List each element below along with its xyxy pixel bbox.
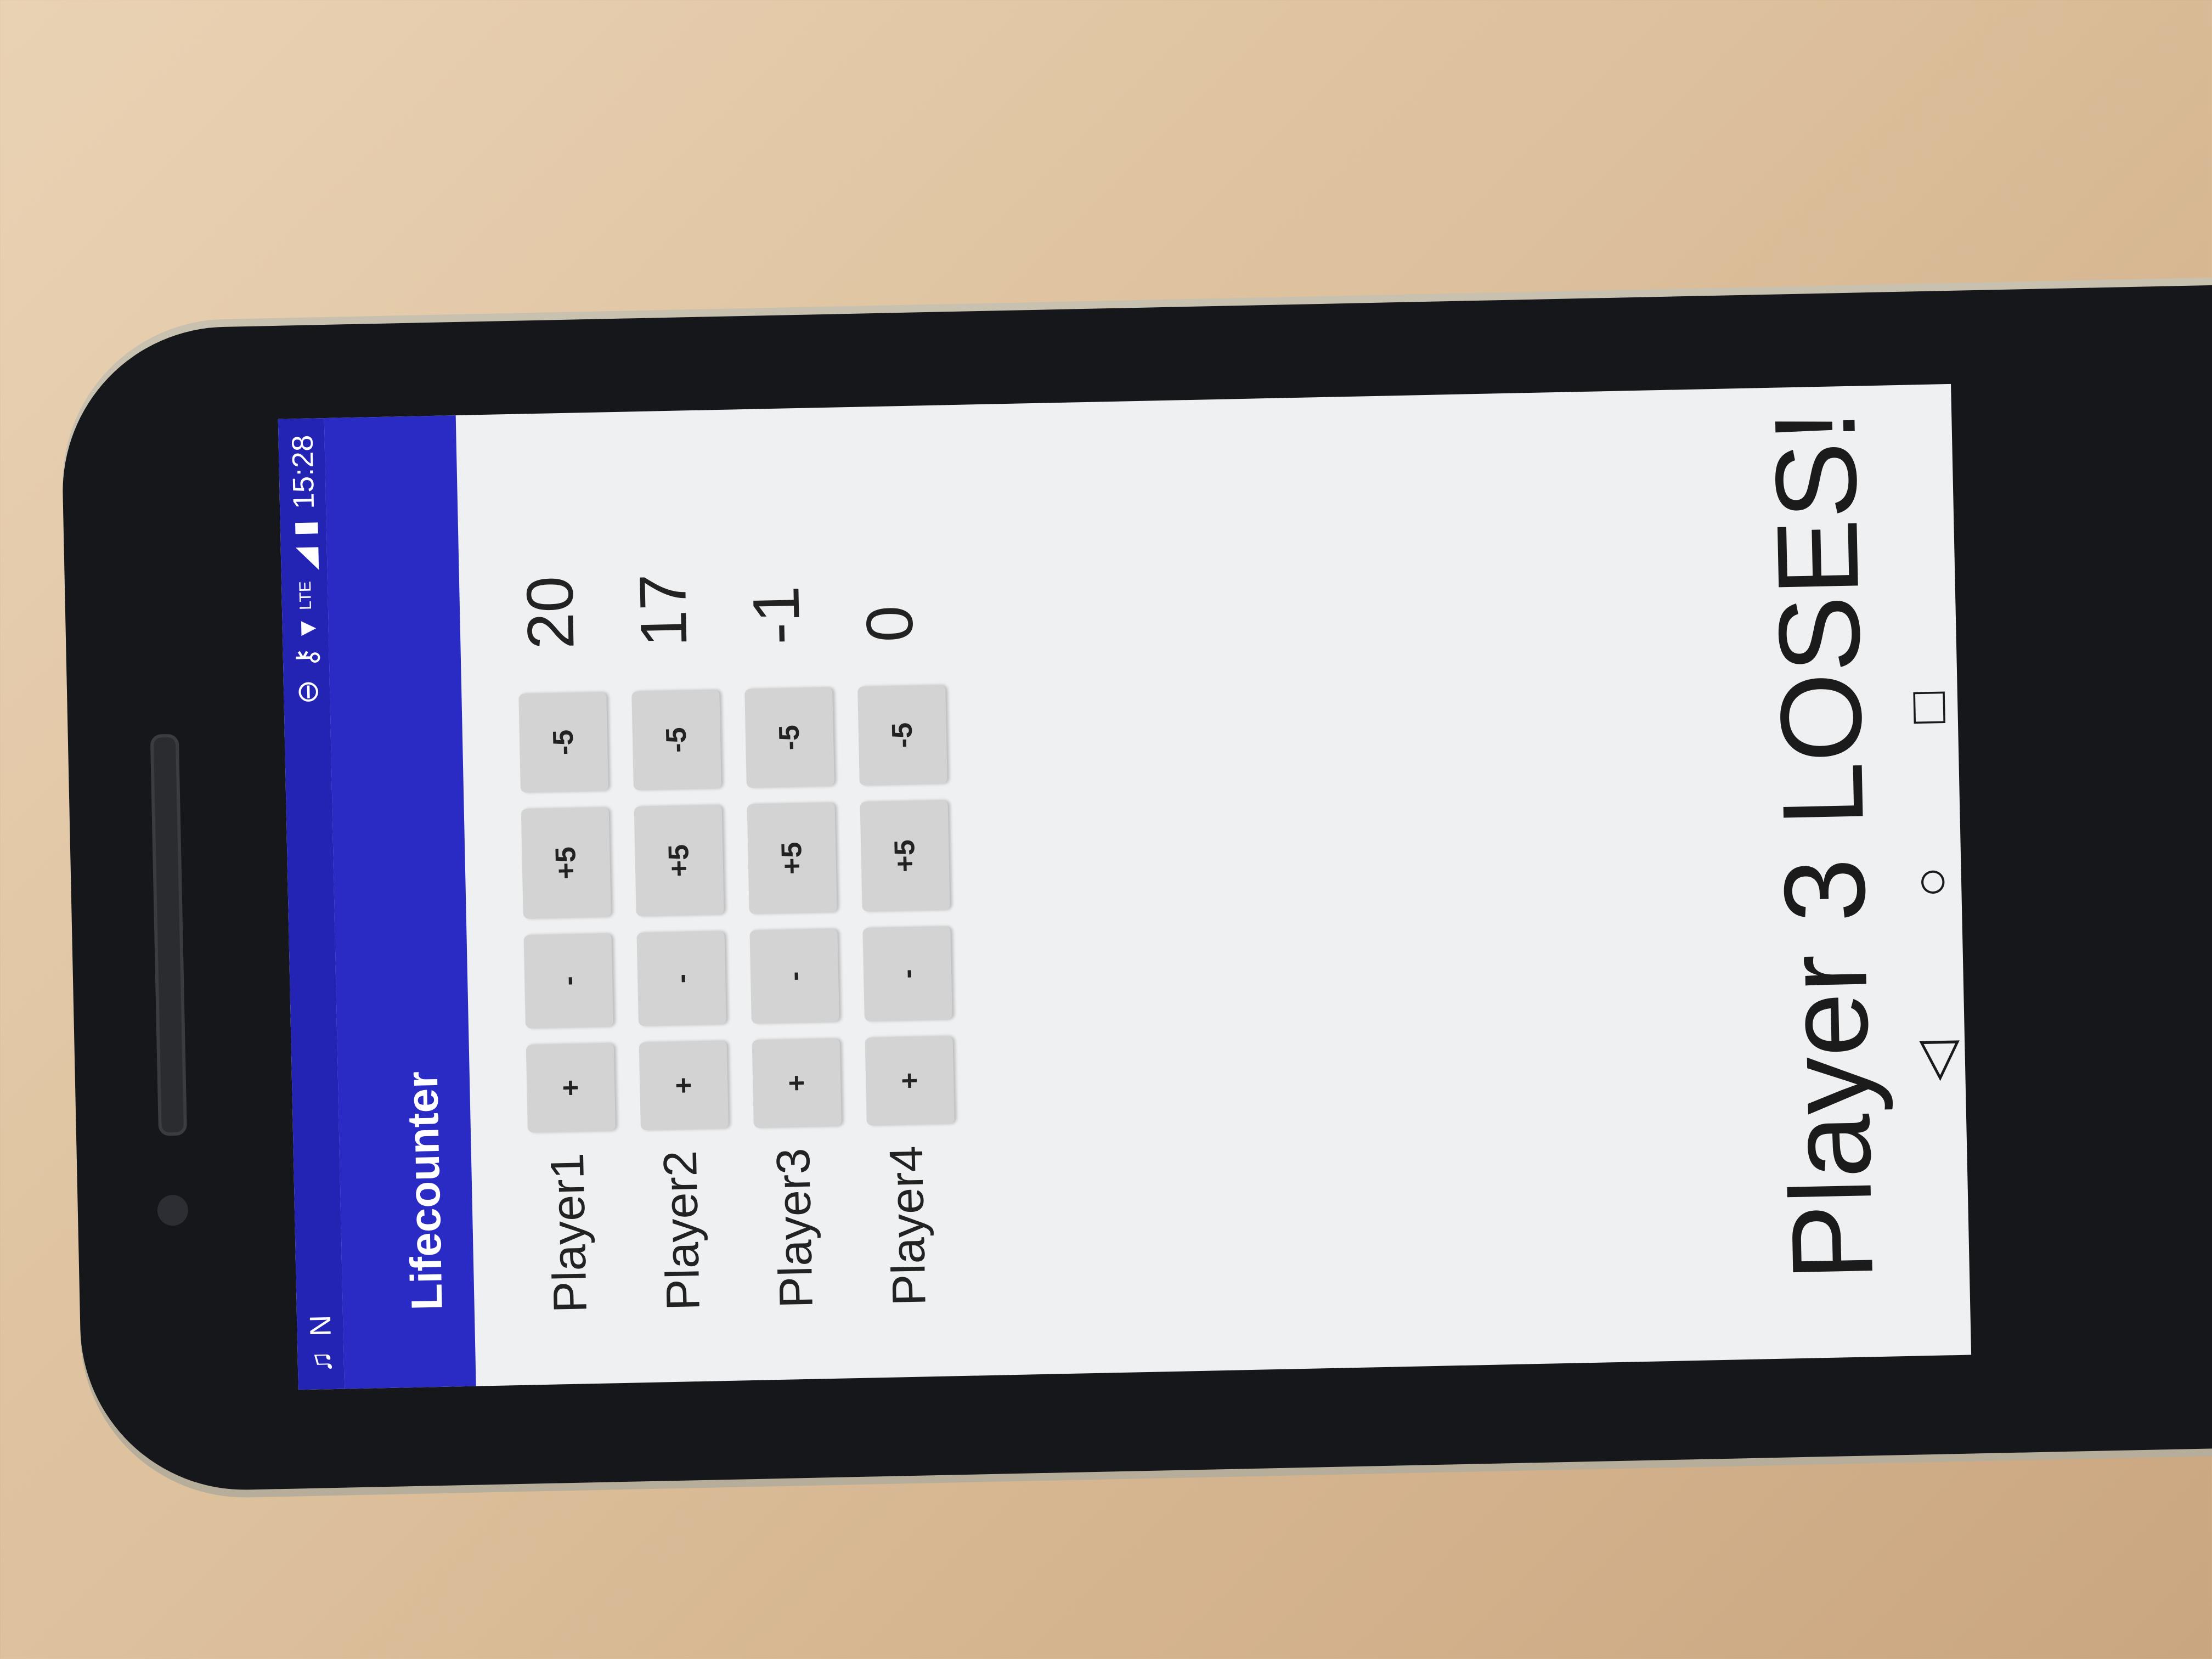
life-total: 17 [625,573,701,648]
minus-five-button[interactable]: -5 [744,687,834,788]
app-bar: Lifecounter [324,415,476,1389]
app-title: Lifecounter [397,1071,452,1311]
minus-five-button[interactable]: -5 [631,690,721,791]
plus-five-button[interactable]: +5 [747,802,837,915]
app-screen: ♫ N ⊖ ⚷ ▾ LTE ◢ ▮ 15:28 Lifecounter Play… [278,383,1972,1390]
plus-five-button[interactable]: +5 [521,807,611,919]
plus-button[interactable]: + [526,1043,616,1133]
player-row: Player4 + - +5 -5 0 [842,416,974,1307]
front-camera [157,1194,189,1226]
player-name: Player3 [766,1147,823,1309]
plus-button[interactable]: + [865,1036,955,1126]
player-name: Player4 [879,1145,936,1307]
battery-icon: ▮ [287,520,321,537]
player-list: Player1 + - +5 -5 20 Player2 + - +5 -5 1… [503,416,974,1314]
n-icon: N [303,1314,337,1337]
minus-button[interactable]: - [636,930,726,1026]
player-row: Player1 + - +5 -5 20 [503,423,635,1314]
plus-button[interactable]: + [752,1038,842,1128]
lte-icon: LTE [296,580,315,611]
screen: ♫ N ⊖ ⚷ ▾ LTE ◢ ▮ 15:28 Lifecounter Play… [263,0,1972,1390]
minus-five-button[interactable]: -5 [857,685,947,786]
life-total: 0 [853,605,927,643]
key-icon: ⚷ [290,646,324,669]
minus-button[interactable]: - [523,933,614,1029]
minus-button[interactable]: - [862,926,952,1022]
home-icon[interactable]: ○ [1900,866,1962,899]
plus-five-button[interactable]: +5 [860,800,950,912]
signal-icon: ◢ [288,547,322,571]
plus-button[interactable]: + [639,1040,729,1131]
plus-five-button[interactable]: +5 [634,805,724,917]
player-name: Player2 [653,1150,710,1311]
life-total: -1 [739,585,814,646]
life-total: 20 [512,575,588,650]
navigation-bar: ◁ ○ □ [1891,384,1971,1356]
back-icon[interactable]: ◁ [1904,1040,1967,1082]
minus-circle-icon: ⊖ [291,679,325,705]
minus-button[interactable]: - [749,928,839,1024]
clock: 15:28 [285,435,320,510]
player-row: Player3 + - +5 -5 -1 [729,418,861,1309]
phone-device: ♫ N ⊖ ⚷ ▾ LTE ◢ ▮ 15:28 Lifecounter Play… [59,284,2212,1493]
earpiece [150,733,188,1136]
player-row: Player2 + - +5 -5 17 [616,421,748,1312]
wifi-icon: ▾ [290,620,323,636]
loser-message: Player 3 LOSES! [1750,409,1898,1283]
player-name: Player1 [540,1152,597,1314]
minus-five-button[interactable]: -5 [518,692,609,793]
music-note-icon: ♫ [304,1350,338,1374]
recents-icon[interactable]: □ [1897,691,1959,724]
